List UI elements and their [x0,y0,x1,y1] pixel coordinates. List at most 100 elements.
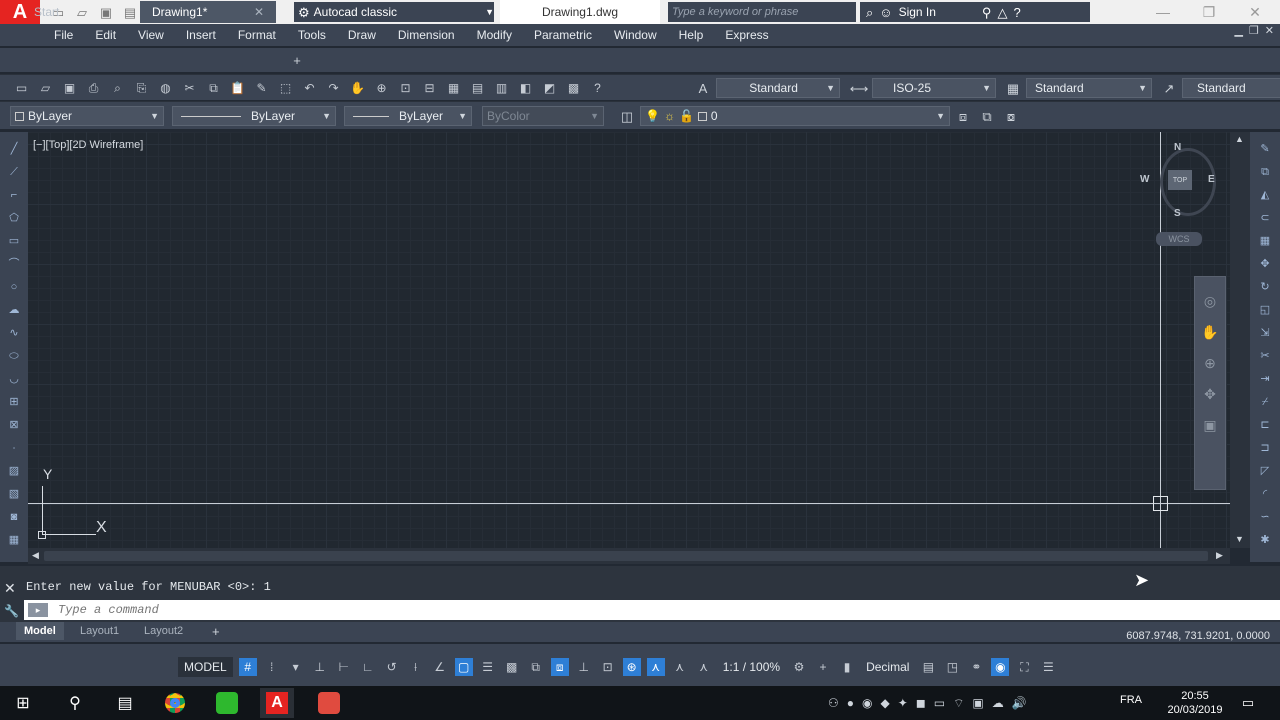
viewcube-top-face[interactable]: TOP [1168,170,1192,190]
autodesk-360-icon[interactable]: △ [997,6,1007,19]
help-icon[interactable]: ? [1013,6,1020,19]
text-style-icon[interactable]: A [694,79,712,97]
stretch-icon[interactable]: ⇲ [1256,324,1274,342]
menu-help[interactable]: Help [679,28,704,42]
copy-object-icon[interactable]: ⧉ [1256,163,1274,181]
lock-ui-icon[interactable]: ◳ [943,658,961,676]
menu-file[interactable]: File [54,28,73,42]
fillet-icon[interactable]: ◜ [1256,485,1274,503]
polygon-icon[interactable]: ⬠ [5,209,23,227]
snap-mode-icon[interactable]: ⁞ [263,658,281,676]
menu-parametric[interactable]: Parametric [534,28,592,42]
display-icon[interactable]: ▭ [934,696,945,710]
selection-filter-icon[interactable]: ⊡ [599,658,617,676]
tab-drawing1[interactable]: Drawing1* ✕ [140,1,276,23]
security-icon[interactable]: ✦ [898,696,908,710]
dim-style-icon[interactable]: ⟷ [850,79,869,97]
blend-curves-icon[interactable]: ∽ [1256,508,1274,526]
linetype-dropdown[interactable]: ByLayer ▼ [172,106,336,126]
volume-icon[interactable]: 🔊 [1012,696,1027,710]
windows-start-icon[interactable]: ⊞ [6,688,40,718]
tab-model[interactable]: Model [16,622,64,640]
quick-properties-icon[interactable]: ▤ [919,658,937,676]
chrome-tray-icon[interactable]: ◉ [862,696,872,710]
taskbar-clock[interactable]: 20:55 20/03/2019 [1160,689,1230,717]
color-dropdown[interactable]: ByLayer ▼ [10,106,164,126]
match-properties-icon[interactable]: ✎ [252,78,271,97]
make-block-icon[interactable]: ⊠ [5,416,23,434]
gizmo-icon[interactable]: ⊛ [622,658,641,676]
move-icon[interactable]: ✥ [1256,255,1274,273]
menu-tools[interactable]: Tools [298,28,326,42]
tool-palettes-icon[interactable]: ▥ [492,78,511,97]
customization-icon[interactable]: ☰ [1039,658,1057,676]
model-space-button[interactable]: MODEL [178,657,233,677]
annotation-scale-value[interactable]: 1:1 / 100% [719,660,784,674]
hatch-icon[interactable]: ▨ [5,462,23,480]
lineweight-icon[interactable]: ☰ [479,658,497,676]
hardware-acceleration-icon[interactable]: ◉ [991,658,1010,676]
tab-layout2[interactable]: Layout2 [136,622,191,640]
grid-icon[interactable]: # [238,658,257,676]
annotation-scale-icon[interactable]: ⋏ [695,658,713,676]
design-center-icon[interactable]: ▤ [468,78,487,97]
layer-previous-icon[interactable]: ⧉ [978,107,996,125]
viewcube-east[interactable]: E [1208,174,1215,185]
save-icon[interactable]: ▣ [60,78,79,97]
customize-icon[interactable]: 🔧 [4,604,19,618]
help-icon[interactable]: ? [588,78,607,97]
viewport-controls-label[interactable]: [−][Top][2D Wireframe] [33,139,143,151]
selection-cycling-icon[interactable]: ⧉ [527,658,545,676]
people-icon[interactable]: ⚇ [828,696,839,710]
cart-icon[interactable]: ⚲ [982,6,992,19]
layer-states-icon[interactable]: ⧇ [1002,107,1020,125]
3d-print-icon[interactable]: ◍ [156,78,175,97]
dropbox-icon[interactable]: ◆ [881,696,890,710]
sign-in-button[interactable]: ⌕ ☺ Sign In ⚲ △ ? [860,2,1090,22]
zoom-realtime-icon[interactable]: ⊕ [372,78,391,97]
erase-icon[interactable]: ✎ [1256,140,1274,158]
recorder-tray-icon[interactable]: ◼ [916,696,926,710]
tab-close-icon[interactable]: ✕ [254,5,264,19]
scroll-down-icon[interactable]: ▼ [1235,534,1244,544]
menu-dimension[interactable]: Dimension [398,28,455,42]
menu-draw[interactable]: Draw [348,28,376,42]
network-icon[interactable]: ⌔ [953,696,964,711]
scale-icon[interactable]: ◱ [1256,301,1274,319]
viewcube-south[interactable]: S [1174,208,1181,219]
input-language[interactable]: FRA [1120,694,1142,706]
extend-icon[interactable]: ⇥ [1256,370,1274,388]
block-editor-icon[interactable]: ⬚ [276,78,295,97]
cut-icon[interactable]: ✂ [180,78,199,97]
undo-icon[interactable]: ↶ [300,78,319,97]
tray-app-icon[interactable]: ● [847,696,854,710]
autocad-taskbar-icon[interactable]: A [260,688,294,718]
dynamic-ucs-icon[interactable]: ⊥ [575,658,593,676]
menu-insert[interactable]: Insert [186,28,216,42]
scroll-right-icon[interactable]: ▶ [1216,550,1223,561]
menu-edit[interactable]: Edit [95,28,116,42]
lineweight-dropdown[interactable]: ByLayer ▼ [344,106,472,126]
recorder-icon[interactable] [312,688,346,718]
layer-dropdown[interactable]: 💡 ☼ 🔓 0 ▼ [640,106,950,126]
calculator-icon[interactable]: ▩ [564,78,583,97]
search-icon[interactable]: ⚲ [58,688,92,718]
array-icon[interactable]: ▦ [1256,232,1274,250]
sheet-set-icon[interactable]: ◧ [516,78,535,97]
pan-icon[interactable]: ✋ [1201,324,1218,341]
copy-icon[interactable]: ⧉ [204,78,223,97]
notifications-icon[interactable]: ▭ [1238,692,1258,712]
isodraft-icon[interactable]: ⟊ [407,658,425,676]
restore-icon[interactable]: ❐ [1186,0,1232,24]
zoom-previous-icon[interactable]: ⊟ [420,78,439,97]
plotstyle-dropdown[interactable]: ByColor ▼ [482,106,604,126]
scroll-up-icon[interactable]: ▲ [1235,134,1244,144]
ortho-mode-icon[interactable]: ∟ [359,658,377,676]
point-icon[interactable]: ∙ [5,439,23,457]
paste-icon[interactable]: 📋 [228,78,247,97]
transparency-icon[interactable]: ▩ [503,658,521,676]
help-search-input[interactable]: Type a keyword or phrase [668,2,856,22]
showmotion-icon[interactable]: ▣ [1203,417,1216,434]
join-icon[interactable]: ⊐ [1256,439,1274,457]
properties-icon[interactable]: ▦ [444,78,463,97]
